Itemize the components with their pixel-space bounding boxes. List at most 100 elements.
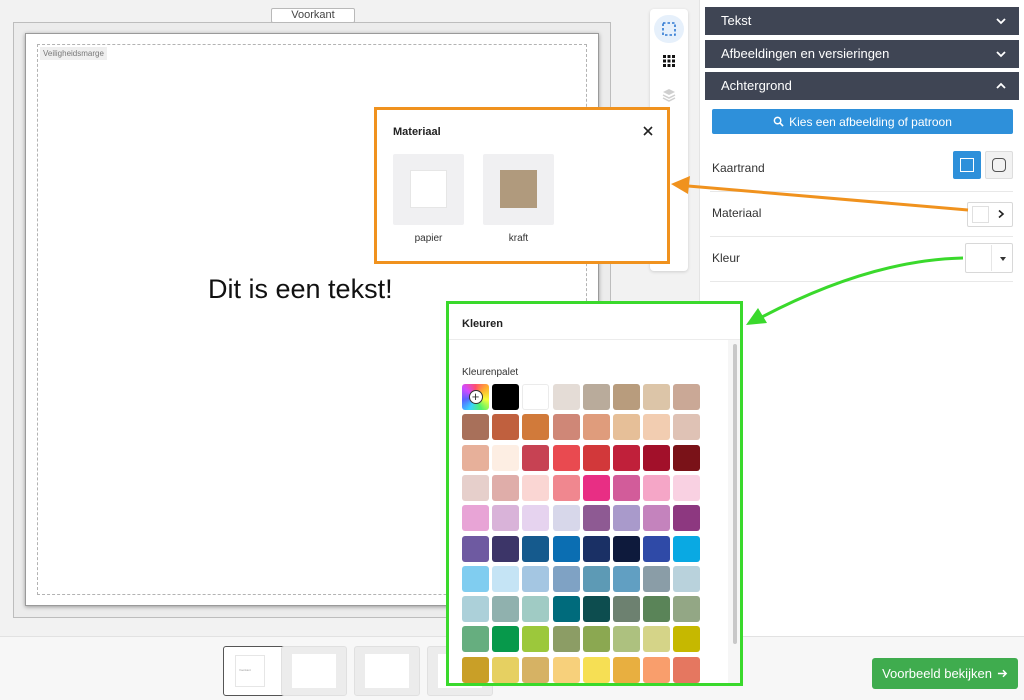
color-swatch-39[interactable] bbox=[673, 505, 701, 532]
thumbnail-front[interactable]: Voorkant bbox=[223, 646, 289, 696]
color-swatch-33[interactable] bbox=[492, 505, 520, 532]
color-swatch-73[interactable] bbox=[492, 656, 520, 683]
color-swatch-48[interactable] bbox=[462, 565, 489, 592]
color-swatch-29[interactable] bbox=[613, 474, 640, 501]
color-swatch-70[interactable] bbox=[643, 626, 671, 653]
color-swatch-17[interactable] bbox=[492, 444, 520, 471]
color-swatch-62[interactable] bbox=[643, 596, 671, 623]
face-label[interactable]: Voorkant bbox=[271, 8, 355, 23]
color-swatch-44[interactable] bbox=[582, 535, 610, 562]
color-swatch-42[interactable] bbox=[522, 535, 550, 562]
close-icon[interactable] bbox=[642, 125, 654, 137]
color-swatch-5[interactable] bbox=[613, 384, 640, 410]
color-swatch-4[interactable] bbox=[582, 384, 610, 410]
color-swatch-77[interactable] bbox=[613, 656, 640, 683]
color-swatch-50[interactable] bbox=[522, 565, 550, 592]
color-swatch-22[interactable] bbox=[643, 444, 671, 471]
color-swatch-30[interactable] bbox=[643, 474, 671, 501]
color-swatch-53[interactable] bbox=[613, 565, 640, 592]
color-swatch-45[interactable] bbox=[613, 535, 640, 562]
color-swatch-13[interactable] bbox=[613, 414, 640, 441]
color-swatch-72[interactable] bbox=[462, 656, 489, 683]
custom-color-button[interactable]: + bbox=[462, 384, 489, 410]
material-selector[interactable] bbox=[967, 202, 1013, 227]
thumbnail-page-2[interactable] bbox=[281, 646, 347, 696]
rounded-corner-button[interactable] bbox=[985, 151, 1013, 179]
color-swatch-47[interactable] bbox=[673, 535, 701, 562]
color-swatch-71[interactable] bbox=[673, 626, 701, 653]
color-swatch-60[interactable] bbox=[582, 596, 610, 623]
color-swatch-43[interactable] bbox=[552, 535, 580, 562]
color-swatch-40[interactable] bbox=[462, 535, 489, 562]
color-swatch-76[interactable] bbox=[582, 656, 610, 683]
color-swatch-1[interactable] bbox=[492, 384, 520, 410]
square-corner-button[interactable] bbox=[953, 151, 981, 179]
section-achtergrond[interactable]: Achtergrond bbox=[705, 72, 1019, 100]
color-swatch-15[interactable] bbox=[673, 414, 701, 441]
color-swatch-24[interactable] bbox=[462, 474, 489, 501]
section-afbeeldingen[interactable]: Afbeeldingen en versieringen bbox=[705, 40, 1019, 68]
color-swatch-21[interactable] bbox=[613, 444, 640, 471]
color-swatch-65[interactable] bbox=[492, 626, 520, 653]
color-swatch-36[interactable] bbox=[582, 505, 610, 532]
color-swatch-27[interactable] bbox=[552, 474, 580, 501]
color-swatch-61[interactable] bbox=[613, 596, 640, 623]
color-swatch-69[interactable] bbox=[613, 626, 640, 653]
section-tekst[interactable]: Tekst bbox=[705, 7, 1019, 35]
color-swatch-55[interactable] bbox=[673, 565, 701, 592]
color-swatch-35[interactable] bbox=[552, 505, 580, 532]
color-swatch-14[interactable] bbox=[643, 414, 671, 441]
select-tool-icon[interactable] bbox=[654, 15, 684, 43]
color-swatch-18[interactable] bbox=[522, 444, 550, 471]
color-swatch-19[interactable] bbox=[552, 444, 580, 471]
color-swatch-31[interactable] bbox=[673, 474, 701, 501]
color-swatch-26[interactable] bbox=[522, 474, 550, 501]
color-swatch-41[interactable] bbox=[492, 535, 520, 562]
color-swatch-20[interactable] bbox=[582, 444, 610, 471]
color-swatch-2[interactable] bbox=[522, 384, 550, 410]
scrollbar[interactable] bbox=[728, 340, 740, 683]
color-swatch-23[interactable] bbox=[673, 444, 701, 471]
color-swatch-66[interactable] bbox=[522, 626, 550, 653]
layers-icon[interactable] bbox=[654, 81, 684, 109]
color-swatch-11[interactable] bbox=[552, 414, 580, 441]
color-swatch-78[interactable] bbox=[643, 656, 671, 683]
color-swatch-58[interactable] bbox=[522, 596, 550, 623]
color-swatch-9[interactable] bbox=[492, 414, 520, 441]
color-swatch-54[interactable] bbox=[643, 565, 671, 592]
preview-button[interactable]: Voorbeeld bekijken bbox=[872, 658, 1018, 689]
color-swatch-51[interactable] bbox=[552, 565, 580, 592]
color-swatch-6[interactable] bbox=[643, 384, 671, 410]
thumbnail-page-3[interactable] bbox=[354, 646, 420, 696]
color-swatch-10[interactable] bbox=[522, 414, 550, 441]
color-swatch-8[interactable] bbox=[462, 414, 489, 441]
color-swatch-56[interactable] bbox=[462, 596, 489, 623]
color-swatch-68[interactable] bbox=[582, 626, 610, 653]
color-swatch-16[interactable] bbox=[462, 444, 489, 471]
color-swatch-63[interactable] bbox=[673, 596, 701, 623]
color-swatch-67[interactable] bbox=[552, 626, 580, 653]
color-swatch-7[interactable] bbox=[673, 384, 701, 410]
color-swatch-74[interactable] bbox=[522, 656, 550, 683]
pick-image-button[interactable]: Kies een afbeelding of patroon bbox=[712, 109, 1013, 134]
color-swatch-49[interactable] bbox=[492, 565, 520, 592]
color-swatch-79[interactable] bbox=[673, 656, 701, 683]
color-selector[interactable] bbox=[965, 243, 1013, 273]
material-option-kraft[interactable] bbox=[483, 154, 554, 225]
color-swatch-34[interactable] bbox=[522, 505, 550, 532]
color-swatch-37[interactable] bbox=[613, 505, 640, 532]
color-swatch-46[interactable] bbox=[643, 535, 671, 562]
color-swatch-38[interactable] bbox=[643, 505, 671, 532]
color-swatch-52[interactable] bbox=[582, 565, 610, 592]
grid-icon[interactable] bbox=[654, 47, 684, 75]
color-swatch-3[interactable] bbox=[552, 384, 580, 410]
color-swatch-59[interactable] bbox=[552, 596, 580, 623]
color-swatch-25[interactable] bbox=[492, 474, 520, 501]
color-swatch-32[interactable] bbox=[462, 505, 489, 532]
color-swatch-28[interactable] bbox=[582, 474, 610, 501]
color-swatch-75[interactable] bbox=[552, 656, 580, 683]
color-swatch-57[interactable] bbox=[492, 596, 520, 623]
card-text-element[interactable]: Dit is een tekst! bbox=[208, 274, 393, 305]
color-swatch-12[interactable] bbox=[582, 414, 610, 441]
scrollbar-thumb[interactable] bbox=[733, 344, 737, 644]
